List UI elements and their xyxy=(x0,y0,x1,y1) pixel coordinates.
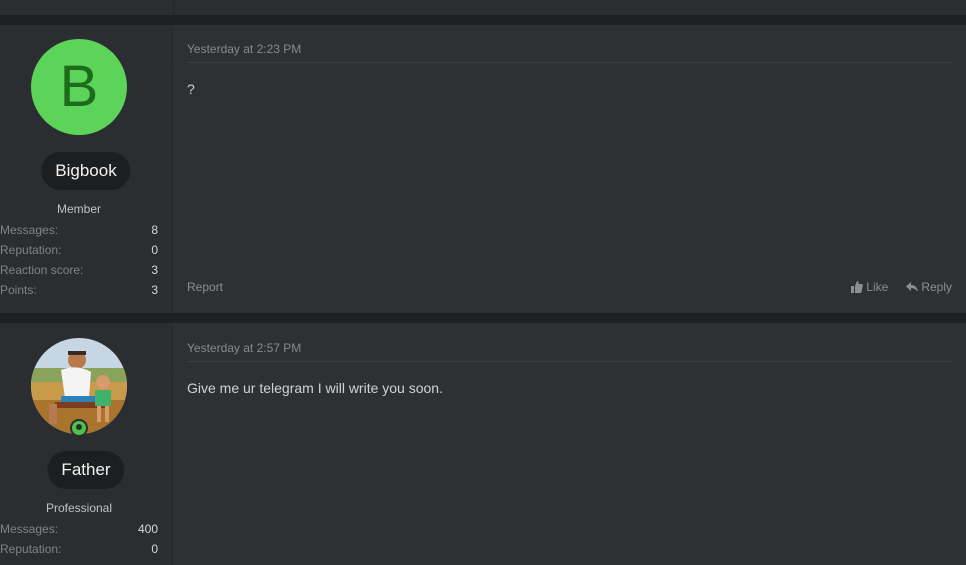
stat-label: Reputation: xyxy=(0,243,62,257)
user-cell: B Bigbook Member Messages: 8 Reputation:… xyxy=(0,25,184,313)
message-body: Give me ur telegram I will write you soo… xyxy=(187,380,443,396)
stat-label: Points: xyxy=(0,283,37,297)
stat-messages: Messages: 400 xyxy=(0,522,158,536)
stat-reaction-score: Reaction score: 3 xyxy=(0,263,158,277)
reply-button[interactable]: Reply xyxy=(906,280,952,294)
username[interactable]: Father xyxy=(47,451,125,489)
stat-value: 0 xyxy=(151,243,158,257)
stat-value: 3 xyxy=(151,263,158,277)
message-cell: Yesterday at 2:57 PM Give me ur telegram… xyxy=(173,323,966,565)
stat-messages: Messages: 8 xyxy=(0,223,158,237)
message-cell: Yesterday at 2:23 PM ? Report Like Reply xyxy=(173,25,966,313)
stat-reputation: Reputation: 0 xyxy=(0,243,158,257)
username[interactable]: Bigbook xyxy=(41,152,131,190)
stat-value: 400 xyxy=(137,522,158,536)
stat-points: Points: 3 xyxy=(0,283,158,297)
reply-label: Reply xyxy=(921,280,952,294)
previous-post-tail xyxy=(0,0,966,15)
stat-value: 8 xyxy=(151,223,158,237)
stat-value: 3 xyxy=(151,283,158,297)
avatar[interactable]: B xyxy=(31,39,127,135)
post-bigbook: B Bigbook Member Messages: 8 Reputation:… xyxy=(0,25,966,313)
stat-label: Reaction score: xyxy=(0,263,84,277)
report-link[interactable]: Report xyxy=(187,280,223,294)
online-status-icon xyxy=(70,419,88,437)
post-father: Father Professional Messages: 400 Reputa… xyxy=(0,323,966,565)
reply-icon xyxy=(906,282,919,292)
stat-label: Messages: xyxy=(0,522,59,536)
post-footer: Report Like Reply xyxy=(187,280,952,294)
post-date[interactable]: Yesterday at 2:23 PM xyxy=(187,42,952,63)
like-label: Like xyxy=(866,280,889,294)
stat-reputation: Reputation: 0 xyxy=(0,542,158,556)
post-actions: Like Reply xyxy=(851,280,952,294)
message-body: ? xyxy=(187,81,195,97)
user-title: Member xyxy=(56,202,101,216)
stat-label: Reputation: xyxy=(0,542,62,556)
like-button[interactable]: Like xyxy=(851,280,888,294)
user-title: Professional xyxy=(45,501,113,515)
stat-label: Messages: xyxy=(0,223,59,237)
user-cell: Father Professional Messages: 400 Reputa… xyxy=(0,323,184,565)
stat-value: 0 xyxy=(151,542,158,556)
thumbs-up-icon xyxy=(851,281,864,293)
post-date[interactable]: Yesterday at 2:57 PM xyxy=(187,341,952,362)
